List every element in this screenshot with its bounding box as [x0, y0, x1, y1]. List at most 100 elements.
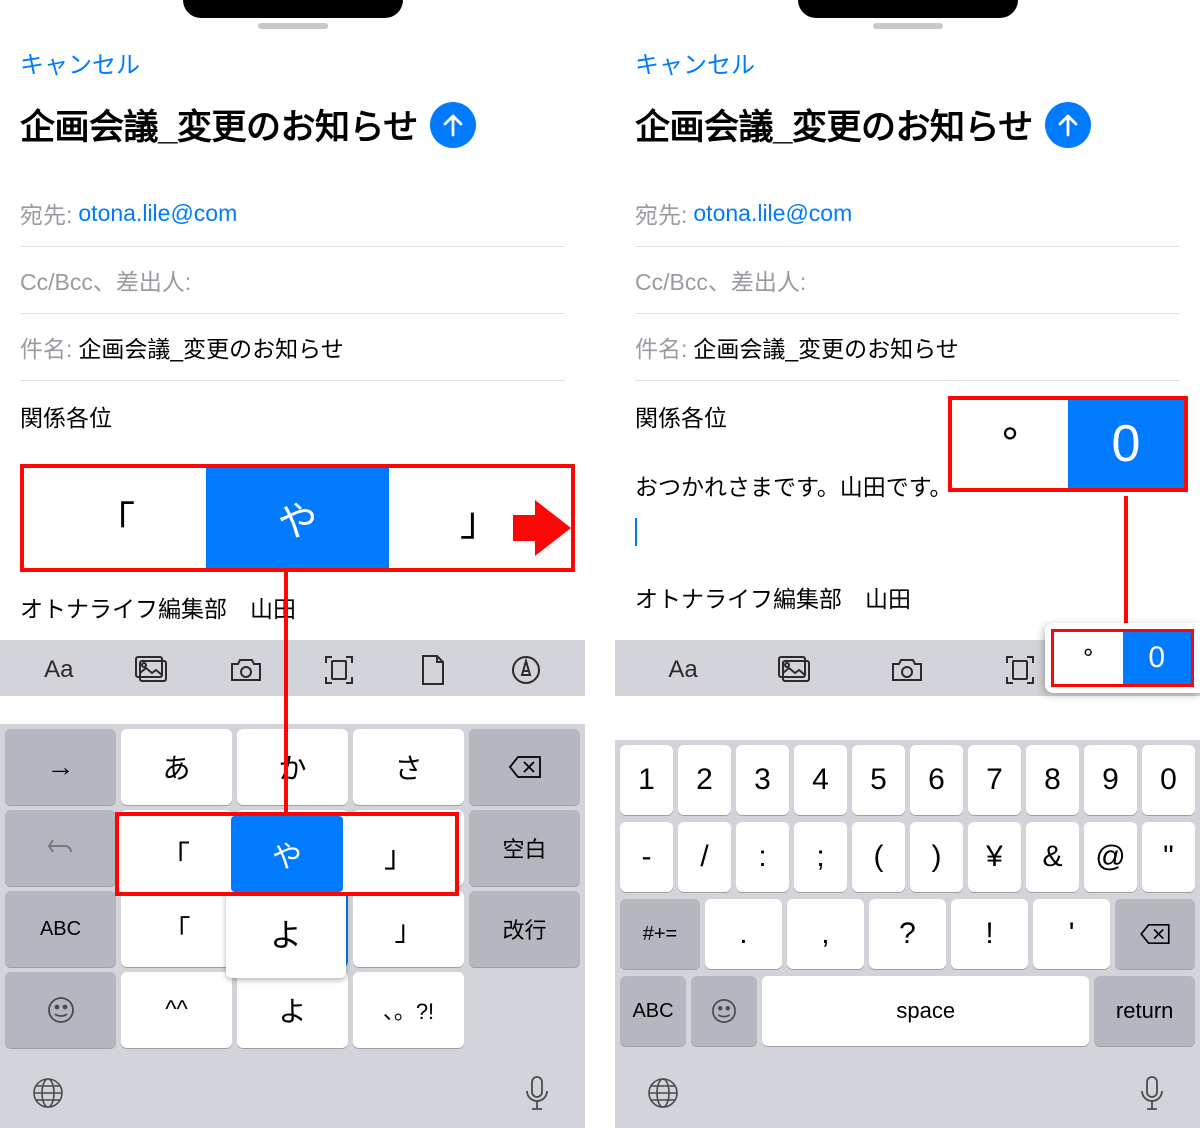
flick-left-bracket[interactable]: 「: [24, 468, 206, 568]
key-6[interactable]: 6: [910, 745, 963, 815]
key-amp[interactable]: &: [1026, 822, 1079, 892]
key-colon[interactable]: :: [736, 822, 789, 892]
key-yen[interactable]: ¥: [968, 822, 1021, 892]
photo-icon: [778, 656, 812, 684]
body-greeting: 関係各位: [20, 399, 565, 438]
key-quote[interactable]: ": [1142, 822, 1195, 892]
flick-popup-keyboard: 「 や 」: [115, 812, 459, 896]
to-field[interactable]: 宛先: otona.lile@com: [20, 180, 565, 247]
key-space[interactable]: 空白: [469, 810, 580, 886]
key-return[interactable]: return: [1094, 976, 1195, 1046]
send-button[interactable]: [1045, 102, 1091, 148]
arrow-up-icon: [442, 113, 464, 137]
key-ma[interactable]: 「: [121, 891, 232, 967]
key-0[interactable]: 0: [1142, 745, 1195, 815]
camera-button[interactable]: [222, 650, 270, 690]
key-9[interactable]: 9: [1084, 745, 1137, 815]
key-question[interactable]: ?: [869, 899, 946, 969]
mic-button[interactable]: [1132, 1073, 1172, 1113]
globe-button[interactable]: [28, 1073, 68, 1113]
mail-body[interactable]: 関係各位: [20, 381, 565, 438]
scan-doc-button[interactable]: [315, 650, 363, 690]
kb-row-4: ABC space return: [620, 976, 1195, 1046]
key-dash[interactable]: -: [620, 822, 673, 892]
key-apos[interactable]: ': [1033, 899, 1110, 969]
photo-library-button[interactable]: [771, 650, 819, 690]
flick-kb-right[interactable]: 」: [343, 816, 455, 892]
send-button[interactable]: [430, 102, 476, 148]
flick-kb-center[interactable]: や: [231, 816, 343, 892]
arrow-indicator: [535, 500, 571, 556]
key-backspace[interactable]: [1115, 899, 1195, 969]
cancel-button[interactable]: キャンセル: [20, 45, 140, 80]
globe-button[interactable]: [643, 1073, 683, 1113]
cancel-button[interactable]: キャンセル: [635, 45, 755, 80]
keyboard-numeric: 1 2 3 4 5 6 7 8 9 0 - / : ; ( ) ¥ & @: [615, 740, 1200, 1058]
flick-kb-left[interactable]: 「: [119, 816, 231, 892]
scan-icon: [1005, 655, 1035, 685]
flick-center-ya[interactable]: や: [206, 468, 388, 568]
key-3[interactable]: 3: [736, 745, 789, 815]
key-emoji[interactable]: [691, 976, 757, 1046]
zero-flick-zero[interactable]: 0: [1068, 400, 1184, 488]
key-backspace[interactable]: [469, 729, 580, 805]
key-rparen[interactable]: ): [910, 822, 963, 892]
subject-field[interactable]: 件名: 企画会議_変更のお知らせ: [20, 314, 565, 381]
subject-field[interactable]: 件名: 企画会議_変更のお知らせ: [635, 314, 1180, 381]
sheet-handle[interactable]: [258, 23, 328, 29]
key-sa[interactable]: さ: [353, 729, 464, 805]
key-4[interactable]: 4: [794, 745, 847, 815]
key-a[interactable]: あ: [121, 729, 232, 805]
key-exclaim[interactable]: !: [951, 899, 1028, 969]
notch: [183, 0, 403, 18]
sheet-handle[interactable]: [873, 23, 943, 29]
key-1[interactable]: 1: [620, 745, 673, 815]
key-comma[interactable]: ,: [787, 899, 864, 969]
notch: [798, 0, 1018, 18]
scan-doc-button[interactable]: [996, 650, 1044, 690]
markup-button[interactable]: [502, 650, 550, 690]
callout-line: [284, 572, 288, 832]
text-format-button[interactable]: Aa: [659, 650, 707, 690]
kb-row-3: #+= . , ? ! ': [620, 899, 1195, 969]
document-icon: [420, 654, 446, 686]
key-abc-mode[interactable]: ABC: [620, 976, 686, 1046]
key-undo[interactable]: [5, 810, 116, 886]
key-5[interactable]: 5: [852, 745, 905, 815]
text-format-button[interactable]: Aa: [35, 650, 83, 690]
arrow-up-icon: [1057, 113, 1079, 137]
zero-small-zero[interactable]: 0: [1123, 632, 1192, 684]
key-tab[interactable]: →: [5, 729, 116, 805]
key-lparen[interactable]: (: [852, 822, 905, 892]
key-sym-mode[interactable]: #+=: [620, 899, 700, 969]
key-abc[interactable]: ABC: [5, 891, 116, 967]
key-at[interactable]: @: [1084, 822, 1137, 892]
callout-line-zero: [1124, 496, 1128, 626]
key-period[interactable]: .: [705, 899, 782, 969]
key-7[interactable]: 7: [968, 745, 1021, 815]
key-punct[interactable]: 、。?!: [353, 972, 464, 1048]
mic-button[interactable]: [517, 1073, 557, 1113]
attach-file-button[interactable]: [409, 650, 457, 690]
cc-field[interactable]: Cc/Bcc、差出人:: [20, 247, 565, 314]
key-sym[interactable]: ^^: [121, 972, 232, 1048]
key-emoji[interactable]: [5, 972, 116, 1048]
backspace-icon: [1139, 923, 1171, 945]
zero-flick-degree[interactable]: °: [952, 400, 1068, 488]
photo-library-button[interactable]: [128, 650, 176, 690]
emoji-icon: [47, 996, 75, 1024]
key-return[interactable]: 改行: [469, 891, 580, 967]
key-space[interactable]: space: [762, 976, 1089, 1046]
signature: オトナライフ編集部 山田: [20, 590, 296, 624]
zero-small-degree[interactable]: °: [1054, 632, 1123, 684]
cc-field[interactable]: Cc/Bcc、差出人:: [635, 247, 1180, 314]
key-8[interactable]: 8: [1026, 745, 1079, 815]
camera-button[interactable]: [883, 650, 931, 690]
key-ka[interactable]: か: [237, 729, 348, 805]
key-wa[interactable]: よ: [237, 972, 348, 1048]
key-semicolon[interactable]: ;: [794, 822, 847, 892]
key-ra[interactable]: 」: [353, 891, 464, 967]
key-slash[interactable]: /: [678, 822, 731, 892]
key-2[interactable]: 2: [678, 745, 731, 815]
to-field[interactable]: 宛先: otona.lile@com: [635, 180, 1180, 247]
